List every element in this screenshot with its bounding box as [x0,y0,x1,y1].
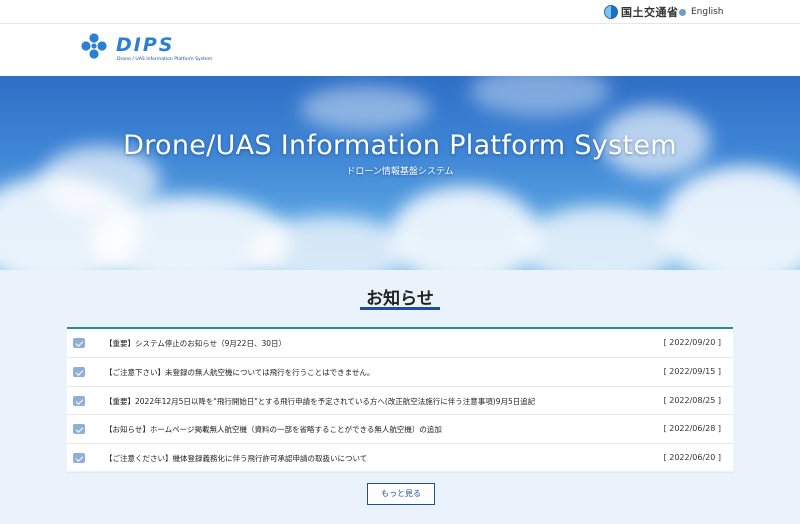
news-item-title[interactable]: 【ご注意ください】機体登録義務化に伴う飛行許可承認申請の取扱いについて [105,453,367,464]
news-item-date: [ 2022/06/20 ] [663,453,721,463]
more-news-button[interactable]: もっと見る [367,483,435,505]
news-heading-underline [360,307,440,310]
news-item-date: [ 2022/09/15 ] [663,366,721,376]
news-item[interactable]: 【ご注意ください】機体登録義務化に伴う飛行許可承認申請の取扱いについて [ 20… [67,444,733,473]
news-item-title[interactable]: 【ご注意下さい】未登録の無人航空機については飛行を行うことはできません。 [105,367,374,378]
site-header: DIPS Drone / UAS Information Platform Sy… [0,24,800,76]
logo-mark-icon [81,33,107,59]
ministry-name: 国土交通省 [621,6,679,19]
news-item[interactable]: 【重要】システム停止のお知らせ（9月22日、30日） [ 2022/09/20 … [67,329,733,358]
ministry-emblem-icon [604,5,618,19]
mail-icon [73,453,85,464]
ministry-link[interactable]: 国土交通省 [604,4,679,20]
logo-wordmark: DIPS [116,34,174,56]
news-list: 【重要】システム停止のお知らせ（9月22日、30日） [ 2022/09/20 … [67,327,733,473]
news-item-title[interactable]: 【お知らせ】ホームページ掲載無人航空機（資料の一部を省略することができる無人航空… [105,424,442,435]
english-link-label: English [691,7,724,17]
news-item-date: [ 2022/09/20 ] [663,338,721,347]
news-item[interactable]: 【ご注意下さい】未登録の無人航空機については飛行を行うことはできません。 [ 2… [67,358,733,387]
mail-icon [73,366,85,377]
english-link[interactable]: English [679,7,724,17]
news-item-date: [ 2022/06/28 ] [663,424,721,434]
logo-tagline: Drone / UAS Information Platform System [117,56,213,62]
dips-logo[interactable]: DIPS Drone / UAS Information Platform Sy… [80,32,220,64]
mail-icon [73,338,85,348]
news-item-title[interactable]: 【重要】システム停止のお知らせ（9月22日、30日） [105,338,286,349]
hero-title: Drone/UAS Information Platform System [123,130,677,161]
news-section: お知らせ 【重要】システム停止のお知らせ（9月22日、30日） [ 2022/0… [0,270,800,524]
top-bar: 国土交通省 English [0,0,800,24]
news-item[interactable]: 【重要】2022年12月5日以降を"飛行開始日"とする飛行申請を予定されている方… [67,387,733,416]
language-bullet-icon [679,8,686,16]
news-item[interactable]: 【お知らせ】ホームページ掲載無人航空機（資料の一部を省略することができる無人航空… [67,415,733,445]
hero-subtitle: ドローン情報基盤システム [346,167,454,177]
news-item-title[interactable]: 【重要】2022年12月5日以降を"飛行開始日"とする飛行申請を予定されている方… [105,396,535,407]
mail-icon [73,424,85,435]
news-heading: お知らせ [366,289,434,309]
news-item-date: [ 2022/08/25 ] [663,395,721,405]
mail-icon [73,395,85,406]
hero-banner: Drone/UAS Information Platform System ドロ… [0,76,800,270]
